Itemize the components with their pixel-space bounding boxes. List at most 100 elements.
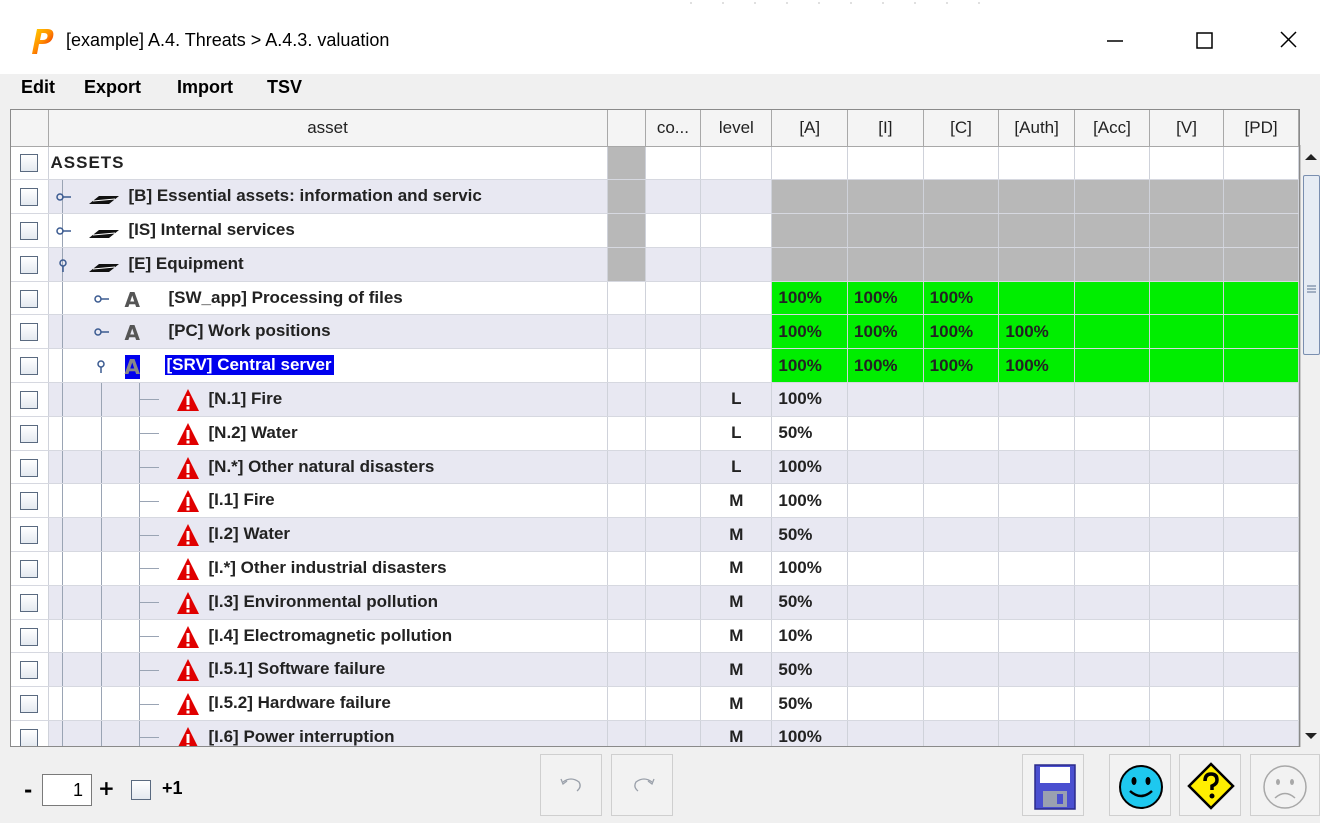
scroll-down-arrow-icon[interactable] (1301, 725, 1320, 747)
value-cell-v[interactable] (1149, 146, 1225, 181)
asset-cell[interactable]: [I.6] Power interruption (48, 720, 608, 746)
value-cell-acc[interactable] (1074, 450, 1150, 485)
co-cell[interactable] (645, 314, 702, 350)
value-cell-c[interactable] (923, 382, 1000, 417)
asset-cell[interactable]: [I.3] Environmental pollution (48, 585, 608, 620)
value-cell-pd[interactable] (1223, 450, 1299, 485)
level-cell[interactable] (700, 247, 773, 282)
table-row[interactable]: [I.6] Power interruption M 100% (11, 720, 1299, 746)
co-cell[interactable] (645, 213, 702, 248)
blank-cell[interactable] (607, 517, 646, 553)
value-cell-i[interactable] (847, 179, 924, 215)
value-cell-c[interactable] (923, 686, 1000, 722)
row-checkbox[interactable] (20, 526, 39, 545)
value-cell-a[interactable]: 50% (771, 416, 849, 451)
value-cell-acc[interactable] (1074, 686, 1150, 722)
row-checkbox[interactable] (20, 357, 39, 376)
table-row[interactable]: [IS] Internal services (11, 213, 1299, 248)
value-cell-a[interactable]: 100% (771, 382, 849, 417)
zoom-level-field[interactable]: 1 (42, 774, 92, 806)
column-header-blank[interactable] (607, 110, 646, 147)
value-cell-a[interactable]: 50% (771, 517, 849, 553)
value-cell-pd[interactable] (1223, 146, 1299, 181)
co-cell[interactable] (645, 619, 702, 654)
blank-cell[interactable] (607, 483, 646, 519)
value-cell-auth[interactable]: 100% (998, 348, 1075, 384)
value-cell-c[interactable] (923, 619, 1000, 654)
asset-cell[interactable]: A [SRV] Central server (48, 348, 608, 384)
value-cell-c[interactable] (923, 247, 1000, 282)
column-header-auth[interactable]: [Auth] (998, 110, 1075, 147)
value-cell-a[interactable]: 100% (771, 348, 849, 384)
column-header-a[interactable]: [A] (771, 110, 849, 147)
value-cell-i[interactable] (847, 247, 924, 282)
value-cell-v[interactable] (1149, 619, 1225, 654)
menu-edit[interactable]: Edit (21, 77, 55, 98)
level-cell[interactable]: M (700, 551, 773, 586)
level-cell[interactable]: M (700, 720, 773, 746)
value-cell-acc[interactable] (1074, 382, 1150, 417)
row-checkbox[interactable] (20, 593, 39, 612)
value-cell-c[interactable] (923, 483, 1000, 519)
blank-cell[interactable] (607, 146, 646, 181)
co-cell[interactable] (645, 551, 702, 586)
value-cell-a[interactable]: 100% (771, 551, 849, 586)
value-cell-acc[interactable] (1074, 720, 1150, 746)
value-cell-acc[interactable] (1074, 213, 1150, 248)
value-cell-i[interactable]: 100% (847, 281, 924, 316)
value-cell-v[interactable] (1149, 247, 1225, 282)
value-cell-c[interactable] (923, 146, 1000, 181)
table-row[interactable]: [N.*] Other natural disasters L 100% (11, 450, 1299, 485)
blank-cell[interactable] (607, 382, 646, 417)
column-header-c[interactable]: [C] (923, 110, 1000, 147)
table-row[interactable]: ASSETS (11, 146, 1299, 181)
value-cell-i[interactable] (847, 551, 924, 586)
level-cell[interactable] (700, 146, 773, 181)
minimize-icon[interactable] (1085, 20, 1145, 60)
help-button[interactable] (1179, 754, 1241, 816)
blank-cell[interactable] (607, 213, 646, 248)
value-cell-pd[interactable] (1223, 348, 1299, 384)
table-row[interactable]: [N.2] Water L 50% (11, 416, 1299, 451)
blank-cell[interactable] (607, 720, 646, 746)
table-row[interactable]: [I.*] Other industrial disasters M 100% (11, 551, 1299, 586)
expand-toggle-icon[interactable] (93, 291, 111, 307)
value-cell-pd[interactable] (1223, 686, 1299, 722)
level-cell[interactable]: M (700, 652, 773, 688)
value-cell-auth[interactable] (998, 450, 1075, 485)
value-cell-auth[interactable] (998, 281, 1075, 316)
value-cell-a[interactable]: 100% (771, 483, 849, 519)
zoom-decrease-button[interactable]: - (24, 778, 32, 802)
blank-cell[interactable] (607, 179, 646, 215)
level-cell[interactable]: M (700, 517, 773, 553)
vertical-scrollbar[interactable] (1300, 145, 1320, 747)
row-checkbox[interactable] (20, 695, 39, 714)
co-cell[interactable] (645, 720, 702, 746)
value-cell-i[interactable]: 100% (847, 314, 924, 350)
co-cell[interactable] (645, 416, 702, 451)
row-checkbox[interactable] (20, 390, 39, 409)
asset-cell[interactable]: [B] Essential assets: information and se… (48, 179, 608, 215)
blank-cell[interactable] (607, 416, 646, 451)
value-cell-a[interactable]: 100% (771, 720, 849, 746)
asset-cell[interactable]: [IS] Internal services (48, 213, 608, 248)
value-cell-pd[interactable] (1223, 551, 1299, 586)
value-cell-v[interactable] (1149, 416, 1225, 451)
level-cell[interactable]: L (700, 416, 773, 451)
value-cell-i[interactable] (847, 652, 924, 688)
value-cell-v[interactable] (1149, 585, 1225, 620)
co-cell[interactable] (645, 146, 702, 181)
asset-cell[interactable]: [I.2] Water (48, 517, 608, 553)
value-cell-auth[interactable] (998, 416, 1075, 451)
plus-one-checkbox[interactable] (131, 780, 151, 800)
asset-cell[interactable]: A [PC] Work positions (48, 314, 608, 350)
value-cell-c[interactable] (923, 416, 1000, 451)
value-cell-auth[interactable] (998, 146, 1075, 181)
blank-cell[interactable] (607, 450, 646, 485)
value-cell-pd[interactable] (1223, 179, 1299, 215)
value-cell-pd[interactable] (1223, 247, 1299, 282)
column-header-asset[interactable]: asset (48, 110, 608, 147)
value-cell-acc[interactable] (1074, 348, 1150, 384)
row-checkbox[interactable] (20, 323, 39, 342)
blank-cell[interactable] (607, 619, 646, 654)
